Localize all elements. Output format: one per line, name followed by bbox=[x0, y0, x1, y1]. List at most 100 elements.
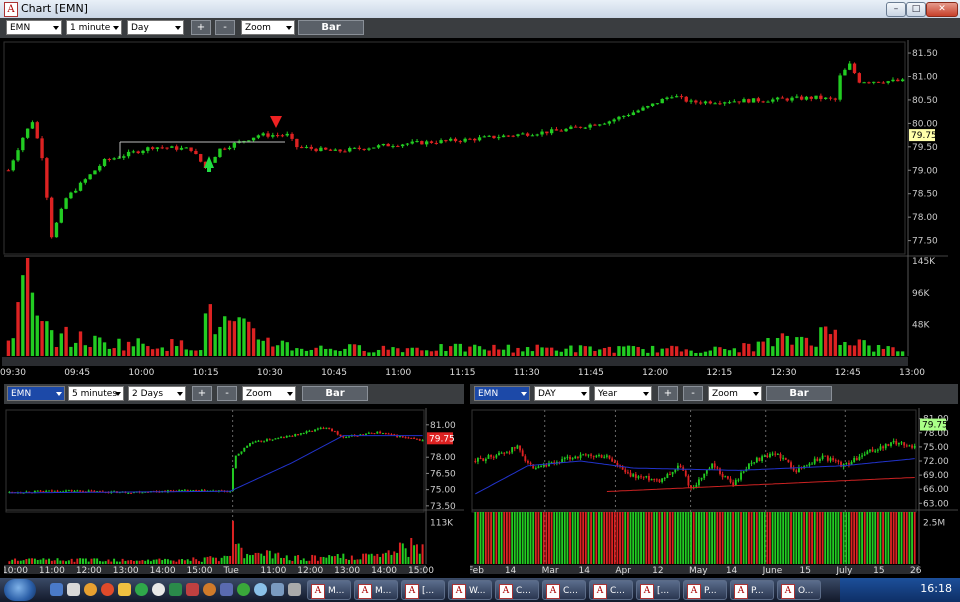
intraday-chart[interactable]: 81.50 81.00 80.50 80.00 79.50 79.00 78.50 78.00… bbox=[0, 38, 960, 380]
zoom-dropdown[interactable]: Zoom bbox=[708, 386, 762, 401]
candle-body bbox=[421, 440, 424, 442]
candle-body bbox=[795, 470, 798, 473]
volume-bar bbox=[372, 352, 376, 356]
taskbar-item[interactable]: A W... bbox=[448, 580, 492, 600]
maximize-button[interactable]: □ bbox=[906, 2, 926, 17]
volume-bar bbox=[605, 512, 608, 564]
zoom-out-button[interactable]: - bbox=[217, 386, 237, 401]
volume-bar bbox=[542, 512, 545, 564]
chevron-down-icon bbox=[115, 392, 121, 396]
taskbar-item[interactable]: A [... bbox=[401, 580, 445, 600]
taskbar-item[interactable]: A C... bbox=[589, 580, 633, 600]
volume-bar bbox=[257, 552, 260, 564]
app-icon[interactable] bbox=[186, 583, 199, 596]
mail-icon[interactable] bbox=[220, 583, 233, 596]
candle-body bbox=[376, 145, 381, 148]
volume-bar bbox=[913, 512, 916, 564]
volume-bar bbox=[136, 338, 140, 356]
app-icon[interactable] bbox=[152, 583, 165, 596]
symbol-value: EMN bbox=[11, 389, 32, 399]
taskbar-item[interactable]: A P... bbox=[683, 580, 727, 600]
candle-body bbox=[194, 150, 198, 155]
range-dropdown[interactable]: 2 Days bbox=[128, 386, 186, 401]
volume-bar bbox=[102, 342, 107, 356]
candle-body bbox=[56, 490, 59, 492]
volume-bar bbox=[118, 561, 121, 564]
volume-bar bbox=[798, 512, 800, 564]
taskbar-item[interactable]: A C... bbox=[495, 580, 539, 600]
candle-body bbox=[648, 475, 650, 481]
taskbar-item[interactable]: A [... bbox=[636, 580, 680, 600]
chart-style-button[interactable]: Bar bbox=[766, 386, 832, 401]
symbol-dropdown[interactable]: EMN bbox=[6, 20, 62, 35]
zoom-out-button[interactable]: - bbox=[683, 386, 703, 401]
volume-bar bbox=[558, 512, 561, 564]
chart-style-button[interactable]: Bar bbox=[302, 386, 368, 401]
app-icon[interactable] bbox=[169, 583, 182, 596]
app-icon[interactable] bbox=[237, 583, 250, 596]
volume-bar bbox=[569, 512, 571, 564]
range-dropdown[interactable]: Day bbox=[127, 20, 184, 35]
app-icon[interactable] bbox=[271, 583, 284, 596]
candle-body bbox=[819, 459, 821, 461]
minimize-button[interactable]: – bbox=[886, 2, 906, 17]
start-button[interactable] bbox=[4, 579, 36, 601]
taskbar-item[interactable]: A C... bbox=[542, 580, 586, 600]
bottom-right-chart-panel[interactable]: 81.0078.0075.0072.0069.0066.0063.0079.75… bbox=[470, 404, 958, 578]
yearly-chart[interactable]: 81.0078.0075.0072.0069.0066.0063.0079.75… bbox=[470, 404, 958, 578]
search-icon[interactable] bbox=[254, 583, 267, 596]
candle-body bbox=[645, 475, 648, 478]
zoom-out-button[interactable]: - bbox=[215, 20, 235, 35]
volume-bar bbox=[297, 555, 300, 564]
volume-bar bbox=[405, 348, 410, 356]
volume-bar bbox=[280, 557, 283, 564]
taskbar-item[interactable]: A M... bbox=[354, 580, 398, 600]
zoom-dropdown[interactable]: Zoom bbox=[242, 386, 296, 401]
volume-bar bbox=[521, 512, 524, 564]
explorer-icon[interactable] bbox=[67, 583, 80, 596]
time-axis-label: 13:00 bbox=[113, 566, 139, 576]
candle-body bbox=[890, 442, 892, 446]
candle-body bbox=[319, 147, 323, 152]
folder-icon[interactable] bbox=[118, 583, 131, 596]
interval-dropdown[interactable]: 5 minutes bbox=[68, 386, 124, 401]
symbol-dropdown[interactable]: EMN bbox=[474, 386, 530, 401]
main-chart-panel[interactable]: 81.50 81.00 80.50 80.00 79.50 79.00 78.50 78.00… bbox=[0, 38, 960, 380]
chart-style-button[interactable]: Bar bbox=[298, 20, 364, 35]
taskbar-item[interactable]: A O... bbox=[777, 580, 821, 600]
range-dropdown[interactable]: Year bbox=[594, 386, 652, 401]
firefox-icon[interactable] bbox=[203, 583, 216, 596]
two-day-chart[interactable]: 81.00 78.00 76.50 75.00 73.50 79.75 113K 10:00 1… bbox=[4, 404, 464, 578]
volume-bar bbox=[373, 555, 376, 564]
candle-body bbox=[761, 456, 764, 462]
bottom-left-chart-panel[interactable]: 81.00 78.00 76.50 75.00 73.50 79.75 113K 10:00 1… bbox=[4, 404, 464, 578]
volume-bar bbox=[534, 512, 537, 564]
app-icon[interactable] bbox=[135, 583, 148, 596]
volume-bar bbox=[381, 345, 386, 356]
candle-body bbox=[785, 98, 789, 101]
volume-bar bbox=[566, 512, 569, 564]
browser-icon[interactable] bbox=[84, 583, 97, 596]
candle-body bbox=[391, 146, 395, 148]
clock[interactable]: 16:18 bbox=[920, 582, 952, 595]
zoom-in-button[interactable]: + bbox=[191, 20, 211, 35]
taskbar-item[interactable]: A P... bbox=[730, 580, 774, 600]
interval-dropdown[interactable]: 1 minute bbox=[66, 20, 122, 35]
volume-axis-label: 145K bbox=[912, 257, 936, 267]
zoom-in-button[interactable]: + bbox=[192, 386, 212, 401]
app-icon[interactable] bbox=[288, 583, 301, 596]
show-desktop-icon[interactable] bbox=[50, 583, 63, 596]
media-icon[interactable] bbox=[101, 583, 114, 596]
candle-body bbox=[59, 208, 63, 223]
taskbar-item[interactable]: A M... bbox=[307, 580, 351, 600]
volume-bar bbox=[761, 512, 764, 564]
interval-dropdown[interactable]: DAY bbox=[534, 386, 590, 401]
candle-body bbox=[653, 479, 656, 481]
zoom-in-button[interactable]: + bbox=[658, 386, 678, 401]
volume-bar bbox=[506, 344, 511, 356]
volume-bar bbox=[719, 512, 721, 564]
close-button[interactable]: ✕ bbox=[926, 2, 958, 17]
zoom-dropdown[interactable]: Zoom bbox=[241, 20, 295, 35]
price-axis-label: 63.00 bbox=[923, 499, 949, 509]
symbol-dropdown[interactable]: EMN bbox=[7, 386, 65, 401]
